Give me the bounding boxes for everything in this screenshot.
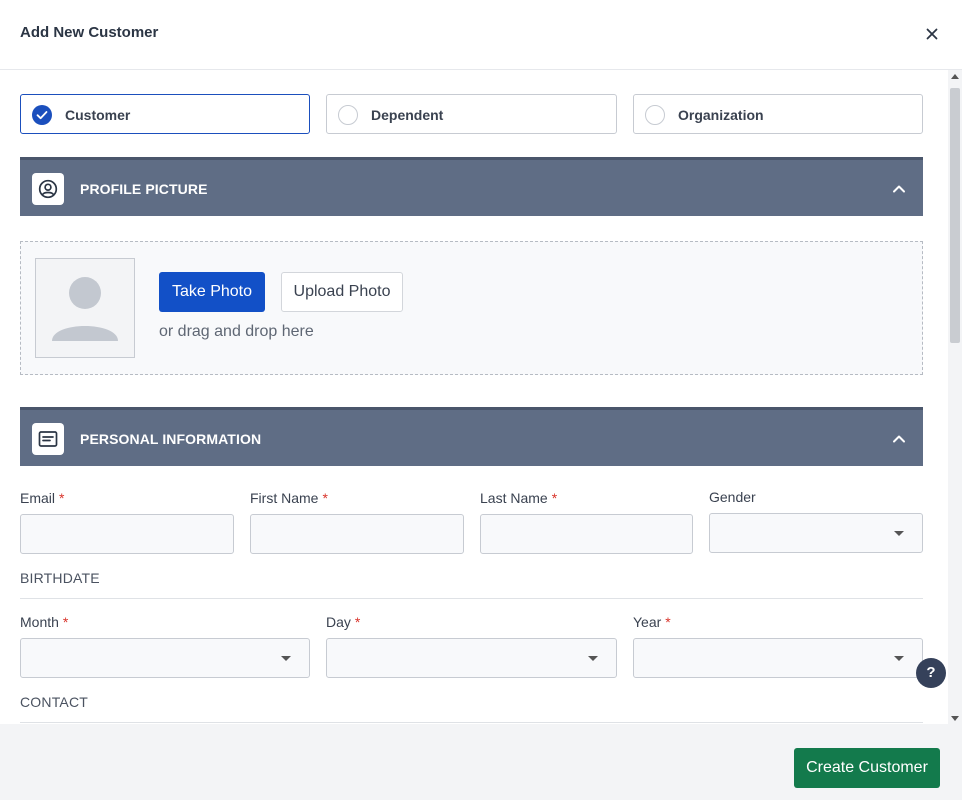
month-label: Month *: [20, 614, 69, 630]
required-mark: *: [322, 490, 328, 506]
section-personal-information[interactable]: PERSONAL INFORMATION: [20, 407, 923, 466]
day-select[interactable]: [326, 638, 617, 678]
caret-down-icon: [894, 531, 904, 536]
id-card-icon: [32, 423, 64, 455]
scrollbar[interactable]: [948, 70, 962, 724]
chevron-up-icon[interactable]: [891, 431, 907, 447]
take-photo-button[interactable]: Take Photo: [159, 272, 265, 312]
required-mark: *: [551, 490, 558, 506]
drop-hint: or drag and drop here: [159, 323, 314, 340]
gender-label: Gender: [709, 489, 756, 505]
gender-select[interactable]: [709, 513, 923, 553]
year-label: Year *: [633, 614, 671, 630]
avatar-placeholder-icon: [35, 258, 135, 358]
modal-footer: Create Customer: [0, 724, 962, 800]
modal-header: Add New Customer: [0, 0, 962, 70]
type-option-label: Customer: [65, 107, 131, 123]
required-mark: *: [665, 614, 671, 630]
type-option-label: Organization: [678, 107, 764, 123]
type-option-dependent[interactable]: Dependent: [326, 94, 617, 134]
divider: [20, 722, 923, 723]
section-profile-picture[interactable]: PROFILE PICTURE: [20, 157, 923, 216]
upload-photo-button[interactable]: Upload Photo: [281, 272, 403, 312]
section-title: PROFILE PICTURE: [80, 181, 208, 197]
section-title: PERSONAL INFORMATION: [80, 431, 262, 447]
radio-icon: [338, 105, 358, 125]
radio-icon: [645, 105, 665, 125]
email-label: Email *: [20, 490, 65, 506]
divider: [20, 598, 923, 599]
required-mark: *: [354, 614, 361, 630]
caret-down-icon: [894, 656, 904, 661]
user-circle-icon: [32, 173, 64, 205]
scrollbar-thumb[interactable]: [950, 88, 960, 343]
first-name-field[interactable]: [250, 514, 464, 554]
birthdate-group-label: BIRTHDATE: [20, 570, 100, 586]
contact-group-label: CONTACT: [20, 694, 89, 710]
check-icon: [32, 105, 52, 125]
create-customer-button[interactable]: Create Customer: [794, 748, 940, 788]
type-option-label: Dependent: [371, 107, 444, 123]
email-field[interactable]: [20, 514, 234, 554]
help-button[interactable]: ?: [916, 658, 946, 688]
month-select[interactable]: [20, 638, 310, 678]
caret-down-icon: [588, 656, 598, 661]
type-option-organization[interactable]: Organization: [633, 94, 923, 134]
chevron-up-icon[interactable]: [891, 181, 907, 197]
required-mark: *: [62, 614, 69, 630]
photo-dropzone[interactable]: Take Photo Upload Photo or drag and drop…: [20, 241, 923, 375]
required-mark: *: [59, 490, 65, 506]
modal-body[interactable]: Customer Dependent Organization PROFILE …: [0, 70, 962, 724]
caret-down-icon: [281, 656, 291, 661]
scroll-up-icon[interactable]: [951, 74, 959, 79]
last-name-field[interactable]: [480, 514, 693, 554]
scroll-down-icon[interactable]: [951, 716, 959, 721]
modal-title: Add New Customer: [20, 24, 159, 41]
first-name-label: First Name *: [250, 490, 328, 506]
type-option-customer[interactable]: Customer: [20, 94, 310, 134]
year-select[interactable]: [633, 638, 923, 678]
last-name-label: Last Name *: [480, 490, 558, 506]
day-label: Day *: [326, 614, 361, 630]
close-icon[interactable]: [922, 24, 942, 44]
